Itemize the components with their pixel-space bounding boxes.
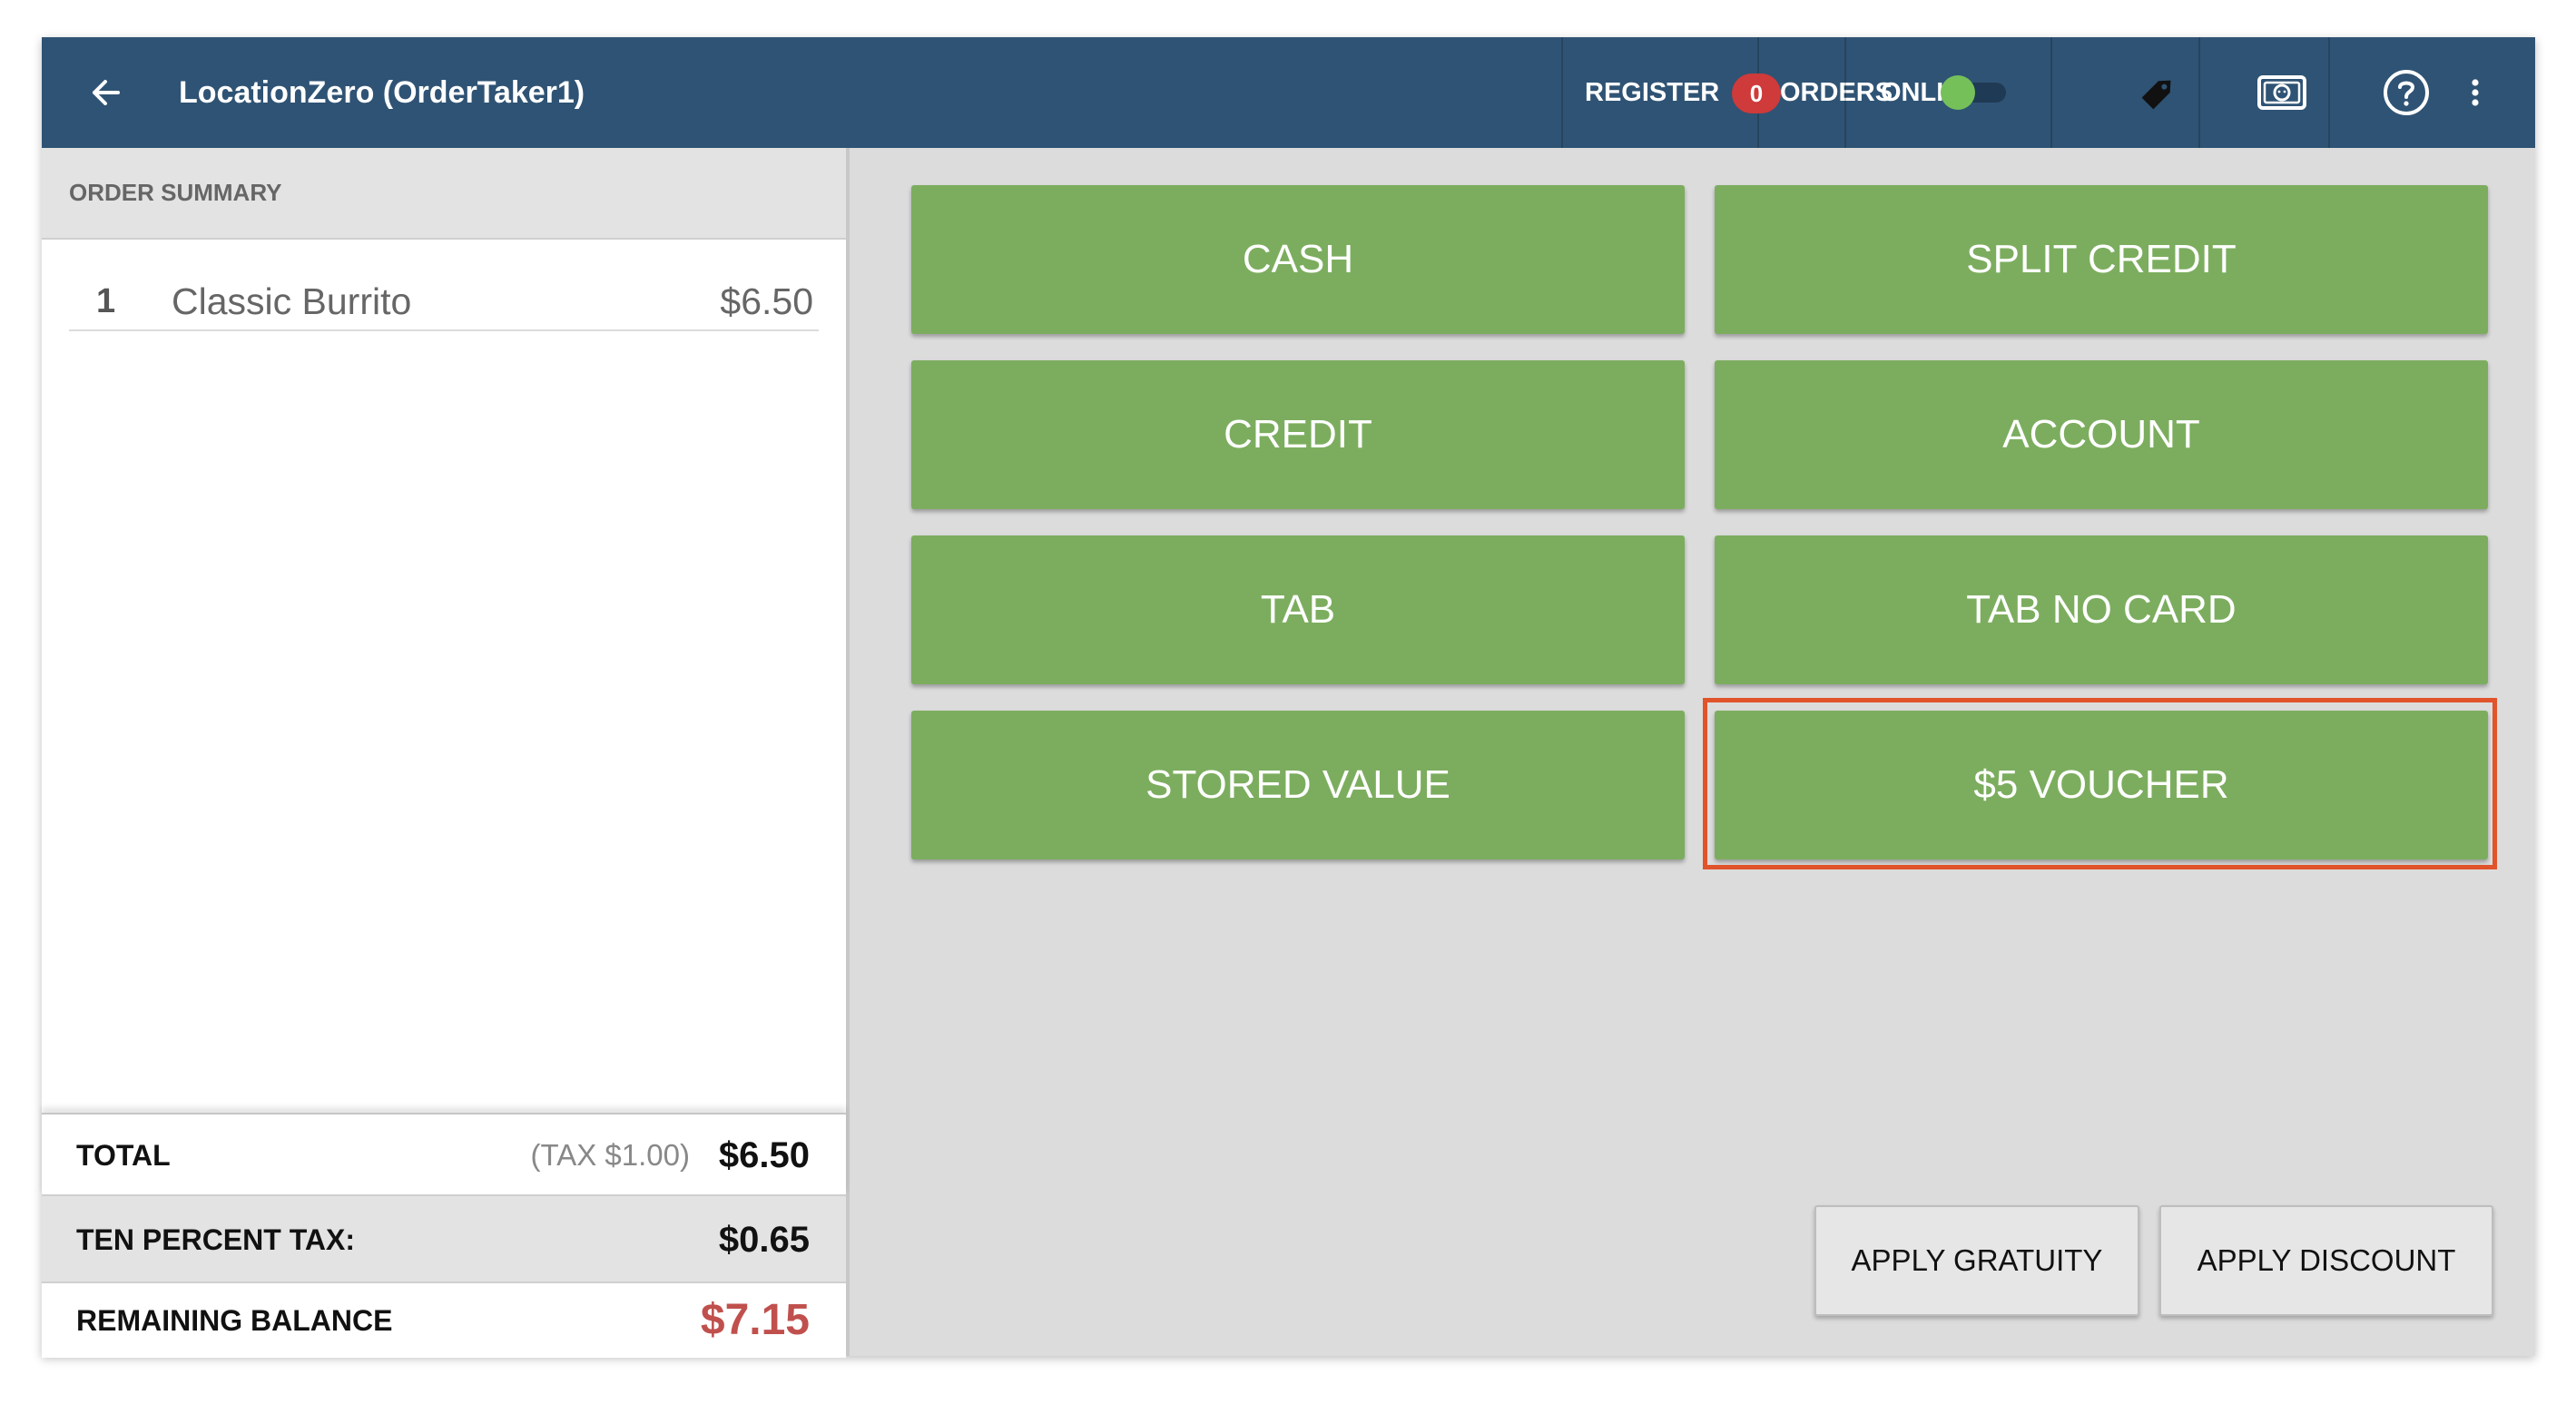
order-summary-title: ORDER SUMMARY [69,179,282,206]
total-tax-note: (TAX $1.00) [530,1138,690,1172]
tax-label: TEN PERCENT TAX: [76,1223,355,1256]
orders-count-badge: 0 [1732,74,1781,113]
tab-button[interactable]: TAB [911,535,1685,684]
divider [1844,37,1846,148]
order-summary-header: ORDER SUMMARY [42,148,846,240]
item-quantity: 1 [96,282,116,320]
app-title: LocationZero (OrderTaker1) [179,75,585,110]
divider [2328,37,2330,148]
credit-button[interactable]: CREDIT [911,360,1685,509]
divider [1561,37,1563,148]
back-arrow-icon[interactable] [78,64,134,121]
total-value: $6.50 [718,1135,810,1175]
cash-button[interactable]: CASH [911,185,1685,334]
cash-drawer-icon[interactable] [2254,64,2310,121]
stored-value-button[interactable]: STORED VALUE [911,711,1685,859]
register-button[interactable]: REGISTER [1585,37,1719,148]
tax-value: $0.65 [718,1220,810,1260]
split-credit-button[interactable]: SPLIT CREDIT [1715,185,2488,334]
orders-button[interactable]: ORDERS [1780,37,1893,148]
divider [2050,37,2052,148]
balance-value: $7.15 [700,1296,810,1344]
tax-row: TEN PERCENT TAX: $0.65 [42,1194,846,1283]
account-button[interactable]: ACCOUNT [1715,360,2488,509]
apply-gratuity-button[interactable]: APPLY GRATUITY [1814,1205,2139,1316]
totals-section: TOTAL (TAX $1.00) $6.50 TEN PERCENT TAX:… [42,1113,846,1358]
orders-label: ORDERS [1780,78,1893,107]
item-name: Classic Burrito [172,280,412,322]
total-label: TOTAL [76,1139,171,1172]
more-vertical-icon[interactable] [2461,64,2490,121]
tag-icon[interactable] [2130,64,2187,121]
item-price: $6.50 [720,280,813,322]
balance-label: REMAINING BALANCE [76,1304,393,1337]
total-row: TOTAL (TAX $1.00) $6.50 [42,1113,846,1196]
balance-row: REMAINING BALANCE $7.15 [42,1281,846,1358]
toggle-knob [1941,75,1975,110]
order-line-item[interactable]: 1 Classic Burrito $6.50 [69,273,819,331]
online-toggle[interactable] [1941,74,2008,111]
order-summary-panel: ORDER SUMMARY 1 Classic Burrito $6.50 TO… [42,148,850,1358]
voucher-highlight-outline [1703,698,2497,869]
help-icon[interactable] [2378,64,2434,121]
divider [2198,37,2200,148]
tab-no-card-button[interactable]: TAB NO CARD [1715,535,2488,684]
apply-discount-button[interactable]: APPLY DISCOUNT [2159,1205,2493,1316]
